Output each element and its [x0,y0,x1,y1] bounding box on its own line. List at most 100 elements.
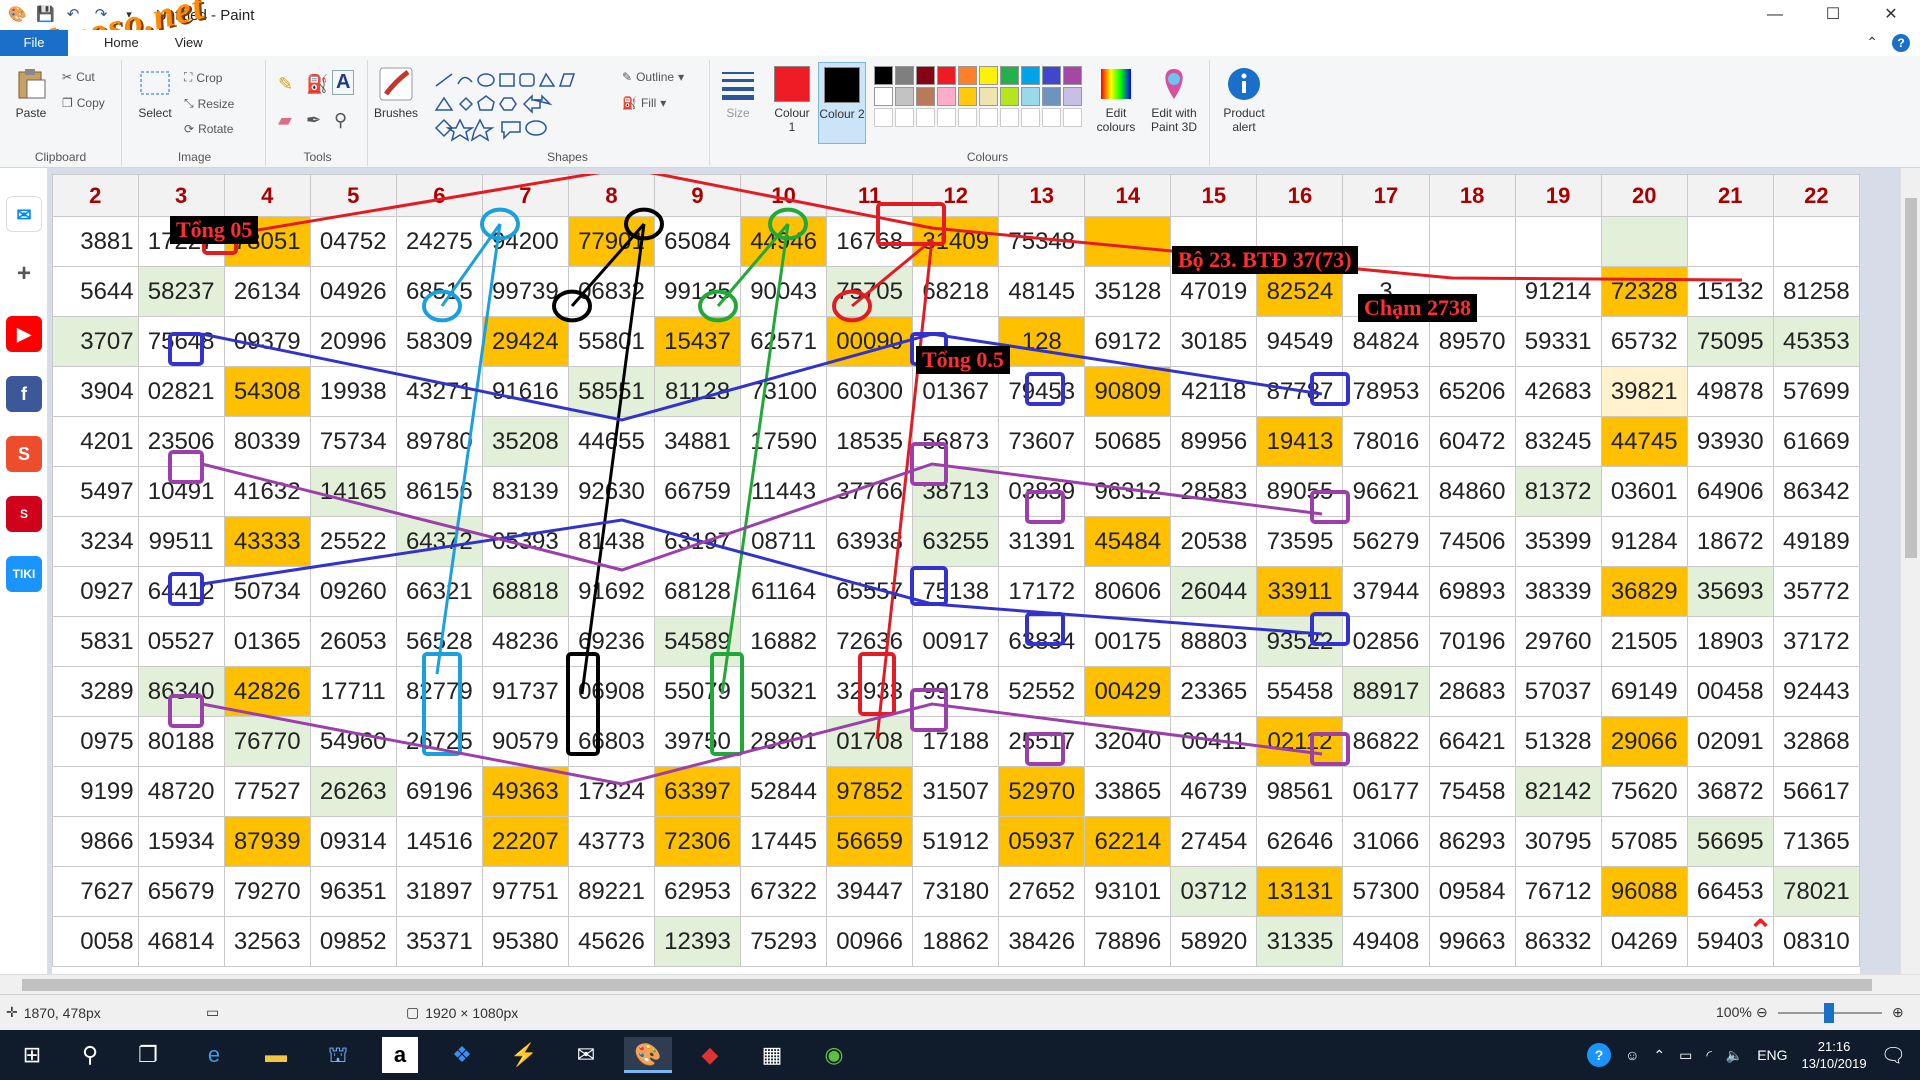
product-alert-button[interactable]: Product alert [1216,66,1272,134]
office-app-icon[interactable]: ◆ [686,1037,734,1073]
custom-palette-swatch[interactable] [916,108,935,127]
youtube-icon[interactable]: ▶ [6,316,42,352]
palette-swatch[interactable] [937,87,956,106]
colour1-button[interactable]: Colour 1 [770,66,814,134]
palette-swatch[interactable] [958,87,977,106]
custom-palette-swatch[interactable] [937,108,956,127]
outline-dropdown[interactable]: ✎ Outline ▾ [622,70,684,84]
battery-icon[interactable]: ▭ [1679,1047,1692,1064]
sendo-icon[interactable]: S [6,496,42,532]
edit-colours-button[interactable]: Edit colours [1092,66,1140,134]
select-button[interactable]: Select [132,66,178,120]
colour2-button[interactable]: Colour 2 [818,62,866,144]
add-icon[interactable]: + [6,256,42,292]
minimize-button[interactable]: — [1746,0,1804,30]
facebook-icon[interactable]: f [6,376,42,412]
fill-bucket-icon[interactable]: ⛽ [306,74,328,95]
text-tool-icon[interactable]: A [332,70,355,95]
eraser-icon[interactable]: ▰ [278,110,292,131]
palette-swatch[interactable] [979,66,998,85]
custom-palette-swatch[interactable] [958,108,977,127]
scroll-top-icon[interactable]: ⌃ [1748,914,1773,949]
app-bolt-icon[interactable]: ⚡ [500,1037,548,1073]
table-cell: 66759 [653,466,742,517]
dropbox-icon[interactable]: ❖ [438,1037,486,1073]
palette-swatch[interactable] [979,87,998,106]
shapes-gallery[interactable] [432,70,612,142]
resize-button[interactable]: ⤡ Resize [184,96,234,111]
palette-swatch[interactable] [1021,66,1040,85]
palette-swatch[interactable] [1000,87,1019,106]
custom-palette-swatch[interactable] [979,108,998,127]
custom-palette-swatch[interactable] [1000,108,1019,127]
store-icon[interactable]: ⛫ [314,1037,362,1073]
tab-home[interactable]: Home [86,30,157,56]
palette-swatch[interactable] [1042,87,1061,106]
palette-swatch[interactable] [916,66,935,85]
custom-palette-swatch[interactable] [895,108,914,127]
help-icon[interactable]: ? [1892,34,1910,52]
palette-swatch[interactable] [958,66,977,85]
color-picker-icon[interactable]: ✒ [306,110,321,131]
size-button[interactable]: Size [716,66,760,120]
search-icon[interactable]: ⚲ [66,1037,114,1073]
amazon-icon[interactable]: a [382,1037,418,1073]
fill-dropdown[interactable]: ⛽ Fill ▾ [622,96,666,110]
tray-expand-icon[interactable]: ⌃ [1653,1047,1665,1064]
maximize-button[interactable]: ☐ [1804,0,1862,30]
volume-icon[interactable]: 🔈 [1726,1047,1743,1064]
windows-start-icon[interactable]: ⊞ [8,1037,56,1073]
palette-swatch[interactable] [874,66,893,85]
help-tray-icon[interactable]: ? [1587,1043,1612,1067]
magnifier-icon[interactable]: ⚲ [334,110,347,131]
shopee-icon[interactable]: S [6,436,42,472]
zoom-out-button[interactable]: ⊖ [1756,1004,1768,1021]
language-indicator[interactable]: ENG [1757,1047,1787,1063]
table-cell: 36829 [1600,566,1688,617]
paint-taskbar-icon[interactable]: 🎨 [624,1037,672,1073]
vertical-scrollbar[interactable] [1900,168,1920,974]
file-explorer-icon[interactable]: ▬ [252,1037,300,1073]
calendar-app-icon[interactable]: ▦ [748,1037,796,1073]
palette-swatch[interactable] [1063,66,1082,85]
green-app-icon[interactable]: ◉ [810,1037,858,1073]
palette-swatch[interactable] [1063,87,1082,106]
edit-paint3d-button[interactable]: Edit with Paint 3D [1146,66,1202,134]
lottery-sheet-image[interactable]: 2345678910111213141516171819202122 38811… [52,174,1860,974]
messenger-icon[interactable]: ✉ [6,196,42,232]
cut-button[interactable]: ✂ Cut [62,70,95,84]
custom-palette-swatch[interactable] [1021,108,1040,127]
wifi-icon[interactable]: ◜ [1706,1047,1711,1064]
palette-swatch[interactable] [937,66,956,85]
palette-swatch[interactable] [916,87,935,106]
palette-swatch[interactable] [1000,66,1019,85]
tiki-icon[interactable]: TIKI [6,556,42,592]
palette-swatch[interactable] [1042,66,1061,85]
collapse-ribbon-icon[interactable]: ⌃ [1866,34,1878,52]
paste-button[interactable]: Paste [8,66,54,120]
edge-icon[interactable]: e [190,1037,238,1073]
task-view-icon[interactable]: ❐ [124,1037,172,1073]
palette-swatch[interactable] [1021,87,1040,106]
brushes-button[interactable]: Brushes [372,66,420,120]
custom-palette-swatch[interactable] [1063,108,1082,127]
tab-file[interactable]: File [0,30,68,56]
close-button[interactable]: ✕ [1862,0,1920,30]
crop-button[interactable]: ⛶ Crop [184,70,222,85]
palette-swatch[interactable] [874,87,893,106]
zoom-slider-thumb[interactable] [1824,1003,1834,1023]
notifications-icon[interactable]: 🗨 [1881,1043,1906,1068]
pencil-icon[interactable]: ✎ [278,74,293,95]
rotate-button[interactable]: ⟳ Rotate [184,122,233,136]
people-icon[interactable]: ☺ [1625,1047,1639,1063]
custom-palette-swatch[interactable] [874,108,893,127]
mail-icon[interactable]: ✉ [562,1037,610,1073]
tab-view[interactable]: View [157,30,221,56]
palette-swatch[interactable] [895,87,914,106]
palette-swatch[interactable] [895,66,914,85]
zoom-in-button[interactable]: ⊕ [1892,1004,1904,1021]
clock[interactable]: 21:16 13/10/2019 [1802,1038,1867,1072]
custom-palette-swatch[interactable] [1042,108,1061,127]
copy-button[interactable]: ❐ Copy [62,96,105,110]
horizontal-scrollbar[interactable] [0,974,1920,994]
